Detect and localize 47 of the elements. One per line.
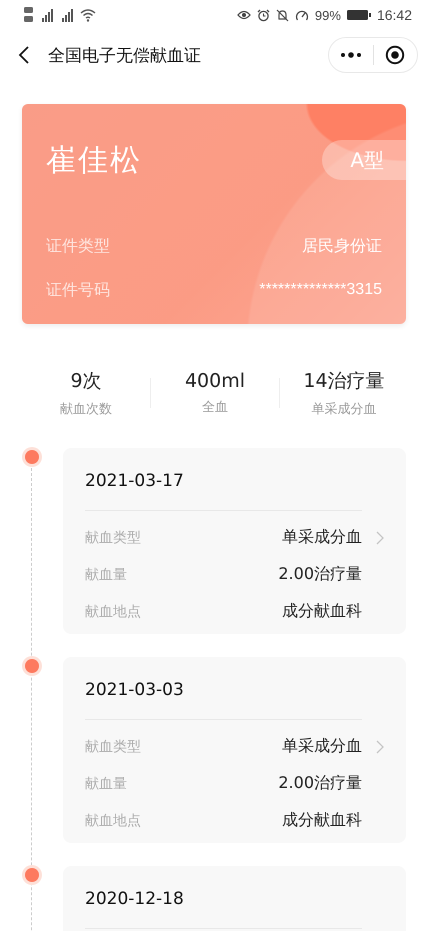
record-value: 2.00治疗量 bbox=[278, 773, 362, 794]
field-value: 居民身份证 bbox=[302, 236, 382, 256]
record-value: 单采成分血 bbox=[282, 736, 362, 757]
timeline-dot bbox=[25, 868, 39, 882]
battery-icon bbox=[346, 9, 371, 21]
record-date: 2020-12-18 bbox=[85, 888, 185, 911]
blood-type-badge: A型 bbox=[322, 140, 406, 180]
record-label: 献血类型 bbox=[85, 528, 142, 546]
donor-name: 崔佳松 bbox=[46, 142, 142, 180]
record-label: 献血类型 bbox=[85, 738, 142, 756]
signal-icon bbox=[60, 8, 74, 22]
stat-label: 单采成分血 bbox=[312, 401, 376, 418]
field-value: **************3315 bbox=[259, 281, 382, 299]
timeline-dot bbox=[25, 659, 39, 673]
stat-label: 全血 bbox=[202, 399, 228, 416]
record-label: 献血量 bbox=[85, 774, 128, 792]
more-icon bbox=[338, 51, 363, 59]
timeline-dot bbox=[25, 450, 39, 464]
record-value: 2.00治疗量 bbox=[278, 564, 362, 585]
clock-time: 16:42 bbox=[376, 7, 412, 23]
signal-icon bbox=[40, 8, 54, 22]
target-icon bbox=[385, 45, 406, 65]
record-value: 单采成分血 bbox=[282, 527, 362, 548]
eye-icon bbox=[236, 9, 251, 21]
record-card[interactable]: 2020-12-18 bbox=[63, 866, 406, 931]
stat-value: 9次 bbox=[70, 369, 102, 394]
record-label: 献血地点 bbox=[85, 812, 142, 830]
record-card[interactable]: 2021-03-17 献血类型 单采成分血 献血量 2.00治疗量 献血地点 成分献血科 bbox=[63, 448, 406, 634]
record-label: 献血地点 bbox=[85, 602, 142, 620]
record-value: 成分献血科 bbox=[282, 601, 362, 622]
record-date: 2021-03-03 bbox=[85, 679, 185, 702]
record-date: 2021-03-17 bbox=[85, 470, 185, 493]
record-label: 献血量 bbox=[85, 566, 128, 584]
record-card[interactable]: 2021-03-03 献血类型 单采成分血 献血量 2.00治疗量 献血地点 成分献血科 bbox=[63, 657, 406, 843]
battery-percentage: 99% bbox=[314, 8, 341, 22]
page-title: 全国电子无偿献血证 bbox=[48, 44, 202, 66]
stat-value: 400ml bbox=[184, 370, 246, 392]
field-label: 证件号码 bbox=[46, 280, 110, 300]
wifi-icon bbox=[80, 8, 96, 22]
speedometer-icon bbox=[294, 8, 309, 22]
field-label: 证件类型 bbox=[46, 236, 110, 256]
stat-label: 献血次数 bbox=[60, 401, 112, 418]
back-icon bbox=[18, 45, 30, 65]
record-value: 成分献血科 bbox=[282, 810, 362, 831]
stat-value: 14治疗量 bbox=[303, 369, 385, 394]
bell-off-icon bbox=[276, 8, 289, 22]
alarm-icon bbox=[256, 8, 270, 22]
